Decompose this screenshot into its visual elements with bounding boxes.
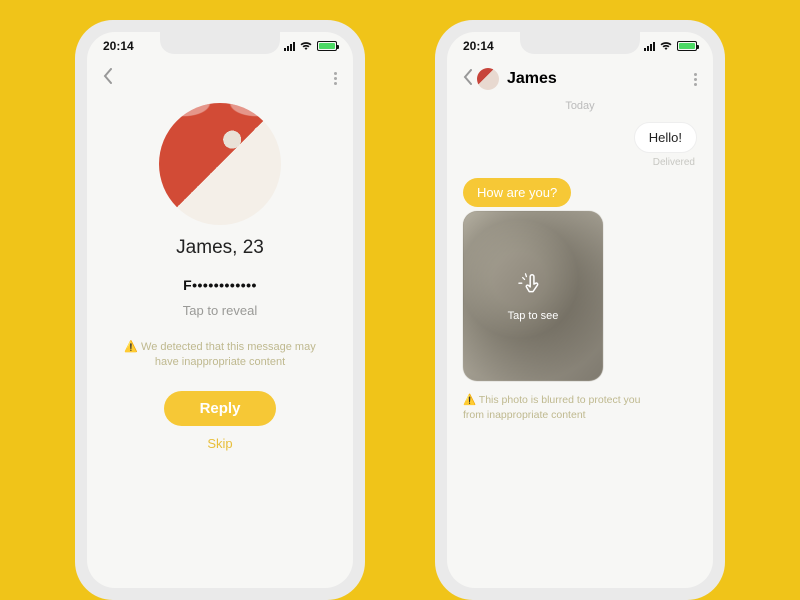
nav-row: James [447,60,713,94]
screen-left: 20:14 James, 23 F•••••••••••• Tap to rev… [87,32,353,588]
status-time: 20:14 [103,39,134,53]
tap-to-reveal-link[interactable]: Tap to reveal [111,303,329,318]
more-menu-button[interactable] [694,71,697,88]
photo-warning-text: ⚠️ This photo is blurred to protect you … [463,393,653,422]
more-menu-button[interactable] [334,70,337,87]
wifi-icon [299,41,313,51]
status-indicators [284,41,337,51]
back-button[interactable] [463,69,473,90]
notch [160,32,280,54]
status-time: 20:14 [463,39,494,53]
delivery-status: Delivered [463,157,695,168]
profile-avatar [159,103,281,225]
tap-hand-icon [518,271,548,306]
tap-to-see-label: Tap to see [508,310,559,322]
content-warning-text: ⚠️ We detected that this message may hav… [115,340,325,371]
signal-icon [284,42,295,51]
day-separator: Today [463,100,697,112]
phone-frame-left: 20:14 James, 23 F•••••••••••• Tap to rev… [75,20,365,600]
nav-row [87,60,353,93]
header-name: James [507,70,557,88]
signal-icon [644,42,655,51]
skip-link[interactable]: Skip [111,436,329,451]
conversation-header[interactable]: James [477,68,694,90]
notch [520,32,640,54]
message-incoming[interactable]: How are you? [463,178,571,207]
wifi-icon [659,41,673,51]
battery-icon [677,41,697,51]
reply-button[interactable]: Reply [164,391,277,426]
screen-right: 20:14 James Today Hello! Delivered [447,32,713,588]
header-avatar [477,68,499,90]
masked-message: F•••••••••••• [111,277,329,293]
status-indicators [644,41,697,51]
battery-icon [317,41,337,51]
profile-name-age: James, 23 [111,237,329,259]
back-button[interactable] [103,68,113,89]
message-outgoing[interactable]: Hello! [634,122,697,153]
blurred-photo-attachment[interactable]: Tap to see [463,211,603,381]
phone-frame-right: 20:14 James Today Hello! Delivered [435,20,725,600]
